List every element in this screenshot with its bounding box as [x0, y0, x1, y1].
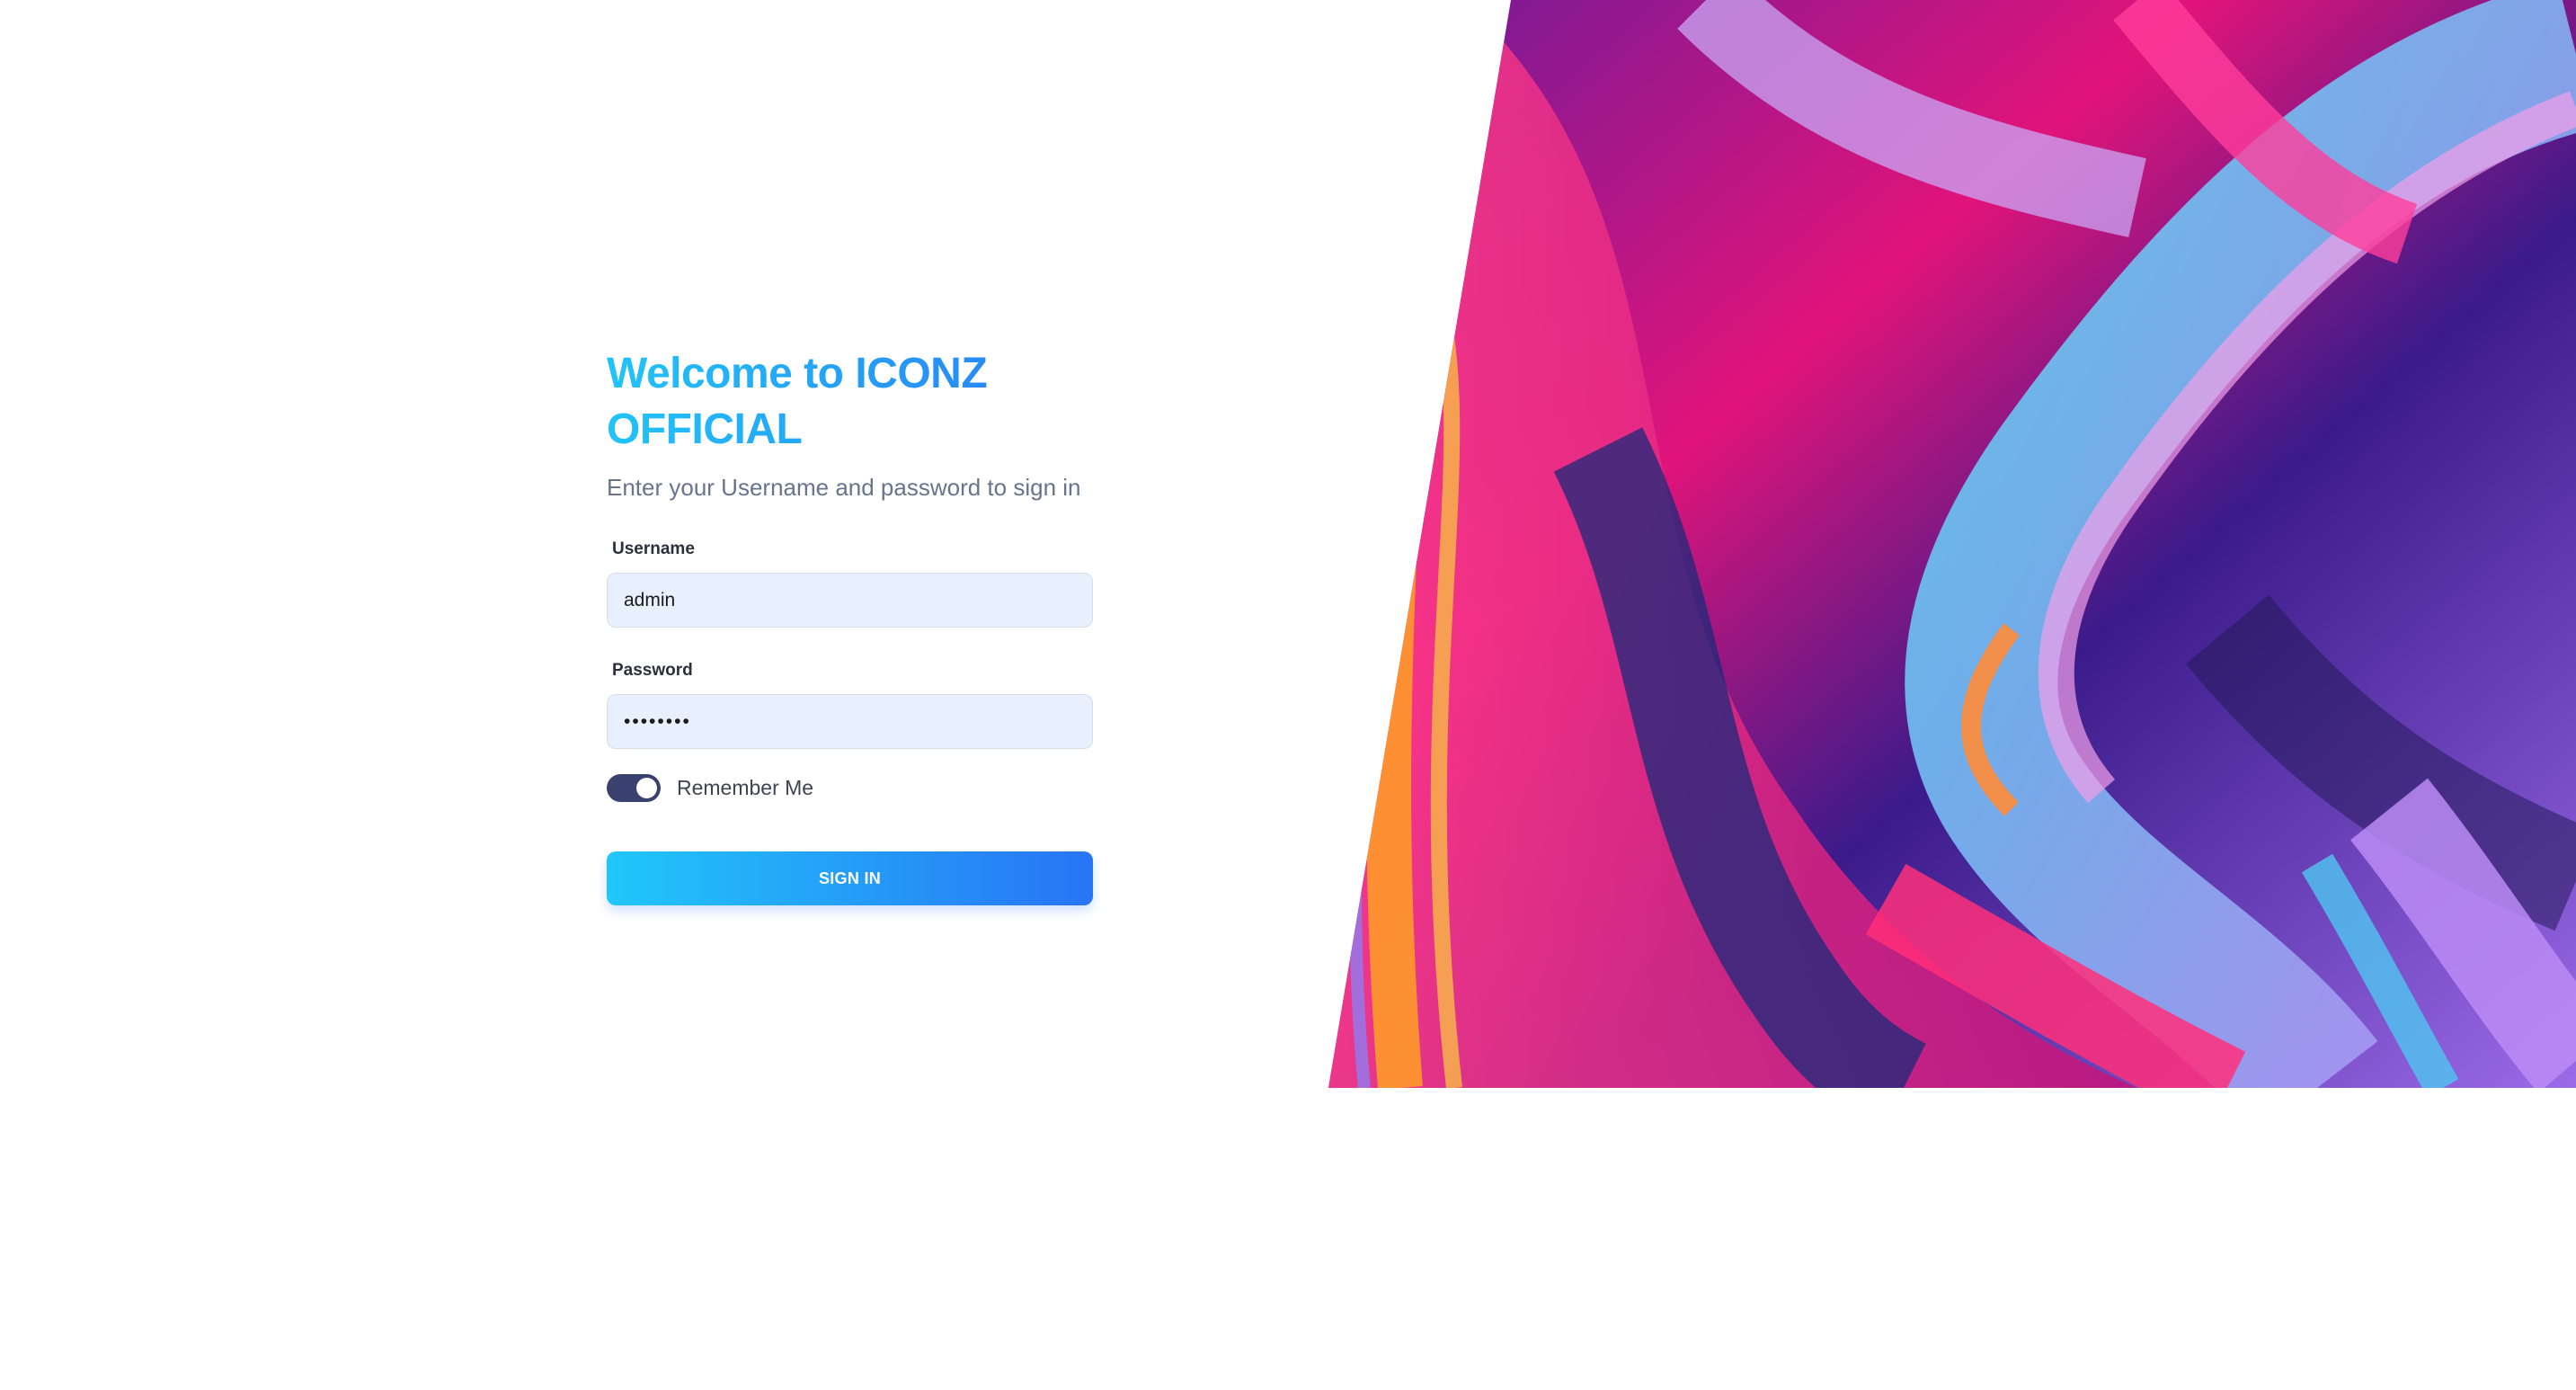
toggle-knob: [636, 777, 657, 798]
signin-subtitle: Enter your Username and password to sign…: [607, 474, 1081, 501]
abstract-colorful-wave-image: [1328, 0, 2576, 1088]
welcome-title: Welcome to ICONZ OFFICIAL: [607, 346, 1093, 458]
sign-in-button[interactable]: SIGN IN: [607, 851, 1093, 905]
username-label: Username: [612, 539, 695, 558]
username-input[interactable]: [607, 573, 1093, 628]
wave-artwork: [1328, 0, 2576, 1088]
password-label: Password: [612, 661, 693, 680]
remember-me-label: Remember Me: [677, 775, 814, 799]
remember-me-row: Remember Me: [607, 773, 1093, 802]
password-input[interactable]: [607, 694, 1093, 749]
login-form: Welcome to ICONZ OFFICIAL Enter your Use…: [607, 346, 1093, 905]
remember-me-toggle[interactable]: [607, 773, 661, 802]
